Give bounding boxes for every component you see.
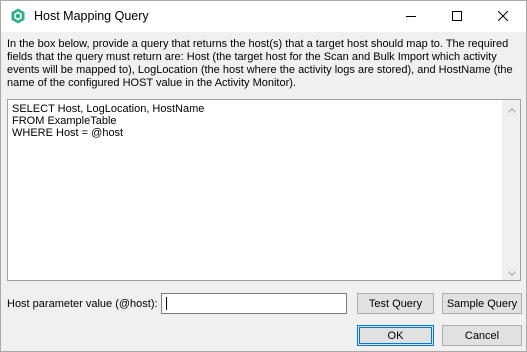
maximize-icon [452, 8, 462, 26]
ok-button[interactable]: OK [357, 325, 434, 346]
minimize-button[interactable] [388, 1, 434, 32]
query-text[interactable]: SELECT Host, LogLocation, HostName FROM … [12, 103, 500, 139]
close-button[interactable] [480, 1, 526, 32]
host-parameter-label: Host parameter value (@host): [7, 298, 158, 310]
chevron-down-icon [507, 263, 516, 281]
host-parameter-input[interactable] [161, 293, 347, 314]
sample-query-button[interactable]: Sample Query [442, 293, 522, 314]
close-icon [497, 8, 509, 26]
query-textarea[interactable]: SELECT Host, LogLocation, HostName FROM … [7, 99, 521, 281]
test-query-button[interactable]: Test Query [357, 293, 434, 314]
cancel-button[interactable]: Cancel [442, 325, 522, 346]
maximize-button[interactable] [434, 1, 480, 32]
instructions-text: In the box below, provide a query that r… [7, 38, 513, 89]
window-title: Host Mapping Query [34, 9, 149, 23]
scroll-down-button[interactable] [503, 263, 520, 280]
minimize-icon [406, 8, 416, 26]
scroll-up-button[interactable] [503, 100, 520, 117]
query-vertical-scrollbar[interactable] [502, 100, 520, 280]
text-caret [166, 297, 167, 310]
app-hexagon-icon [10, 8, 26, 24]
title-bar[interactable]: Host Mapping Query [1, 1, 526, 32]
host-mapping-query-dialog: Host Mapping Query In the box below, pro… [0, 0, 527, 352]
chevron-up-icon [507, 100, 516, 118]
ok-button-label: OK [359, 327, 432, 344]
